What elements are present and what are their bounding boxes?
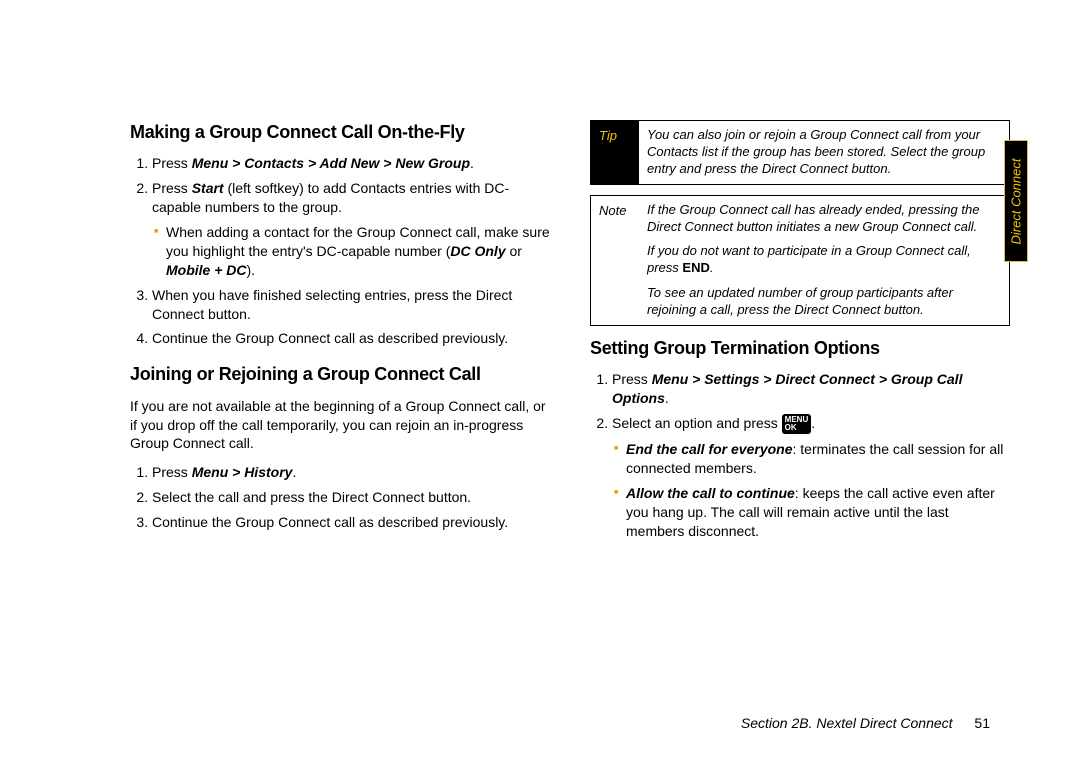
tip-box: Tip You can also join or rejoin a Group … xyxy=(590,120,1010,185)
step-2: Press Start (left softkey) to add Contac… xyxy=(152,179,550,279)
option-allow: Allow the call to continue: keeps the ca… xyxy=(626,484,1010,541)
steps-joining: Press Menu > History. Select the call an… xyxy=(130,463,550,532)
term-step-1: Press Menu > Settings > Direct Connect >… xyxy=(612,370,1010,408)
heading-termination: Setting Group Termination Options xyxy=(590,336,1010,360)
step-4: Continue the Group Connect call as descr… xyxy=(152,329,550,348)
tip-label: Tip xyxy=(591,121,639,184)
steps-termination: Press Menu > Settings > Direct Connect >… xyxy=(590,370,1010,541)
heading-joining: Joining or Rejoining a Group Connect Cal… xyxy=(130,362,550,386)
page-footer: Section 2B. Nextel Direct Connect 51 xyxy=(741,715,990,731)
menu-ok-key-icon: MENUOK xyxy=(782,414,812,434)
step-2-note: When adding a contact for the Group Conn… xyxy=(166,223,550,280)
right-column: Tip You can also join or rejoin a Group … xyxy=(590,120,1010,555)
joining-intro: If you are not available at the beginnin… xyxy=(130,397,550,454)
step-3: When you have finished selecting entries… xyxy=(152,286,550,324)
side-tab: Direct Connect xyxy=(1004,140,1028,262)
page-number: 51 xyxy=(974,715,990,731)
note-label: Note xyxy=(591,196,639,325)
option-end: End the call for everyone: terminates th… xyxy=(626,440,1010,478)
note-body: If the Group Connect call has already en… xyxy=(639,196,1009,325)
note-p1: If the Group Connect call has already en… xyxy=(647,202,1001,236)
heading-making-group-call: Making a Group Connect Call On-the-Fly xyxy=(130,120,550,144)
page-content: Making a Group Connect Call On-the-Fly P… xyxy=(0,0,1080,595)
tip-body: You can also join or rejoin a Group Conn… xyxy=(639,121,1009,184)
note-p3: To see an updated number of group partic… xyxy=(647,285,1001,319)
steps-making: Press Menu > Contacts > Add New > New Gr… xyxy=(130,154,550,348)
left-column: Making a Group Connect Call On-the-Fly P… xyxy=(130,120,550,555)
step-1: Press Menu > Contacts > Add New > New Gr… xyxy=(152,154,550,173)
join-step-1: Press Menu > History. xyxy=(152,463,550,482)
join-step-3: Continue the Group Connect call as descr… xyxy=(152,513,550,532)
join-step-2: Select the call and press the Direct Con… xyxy=(152,488,550,507)
term-step-2: Select an option and press MENUOK. End t… xyxy=(612,414,1010,541)
note-box: Note If the Group Connect call has alrea… xyxy=(590,195,1010,326)
side-tab-label: Direct Connect xyxy=(1009,158,1024,244)
note-p2: If you do not want to participate in a G… xyxy=(647,243,1001,277)
footer-section: Section 2B. Nextel Direct Connect xyxy=(741,715,953,731)
